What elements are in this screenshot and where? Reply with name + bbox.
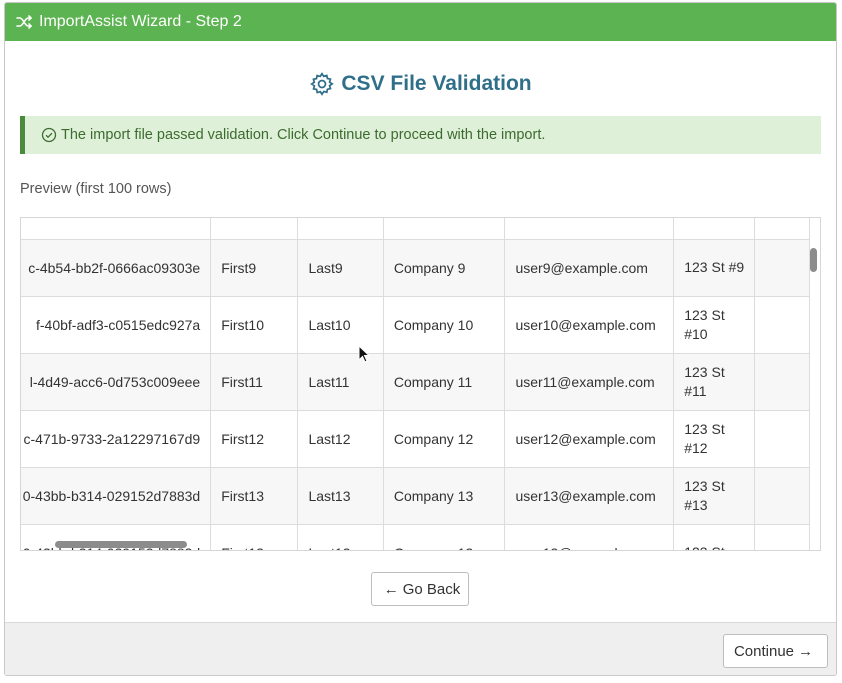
cell-address: 123 St #9	[673, 239, 756, 297]
cell-last-name: Last13	[297, 467, 384, 525]
column-header	[383, 218, 506, 240]
cell-id: c-471b-9733-2a12297167d9	[21, 410, 212, 468]
cell-company: Company 13	[383, 467, 506, 525]
table-row: f-40bf-adf3-c0515edc927a First10 Last10 …	[21, 296, 810, 354]
cell-address: 123 St	[673, 524, 756, 550]
cell-email: user10@example.com	[504, 296, 675, 354]
cell-first-name: First11	[210, 353, 299, 411]
cell-last-name: Last10	[297, 296, 384, 354]
column-header	[297, 218, 384, 240]
table-row: l-4d49-acc6-0d753c009eee First11 Last11 …	[21, 353, 810, 411]
cell-extra	[754, 296, 810, 354]
cell-address: 123 St #10	[673, 296, 756, 354]
gear-icon	[309, 71, 335, 97]
column-header	[754, 218, 810, 240]
cell-first-name: First10	[210, 296, 299, 354]
go-back-label: Go Back	[402, 580, 461, 598]
alert-message: The import file passed validation. Click…	[61, 127, 546, 143]
cell-extra	[754, 239, 810, 297]
preview-table: c-4b54-bb2f-0666ac09303e First9 Last9 Co…	[21, 218, 810, 550]
mouse-cursor-icon	[358, 345, 370, 363]
cell-company: Company 13	[383, 524, 506, 550]
arrow-right-icon: →	[798, 642, 814, 660]
cell-id: c-4b54-bb2f-0666ac09303e	[21, 239, 212, 297]
cell-first-name: First13	[210, 467, 299, 525]
wizard-window: ImportAssist Wizard - Step 2 CSV File Va…	[4, 2, 837, 676]
cell-email: user11@example.com	[504, 353, 675, 411]
table-row: c-4b54-bb2f-0666ac09303e First9 Last9 Co…	[21, 239, 810, 297]
cell-last-name: Last11	[297, 353, 384, 411]
cell-email: user9@example.com	[504, 239, 675, 297]
cell-first-name: First9	[210, 239, 299, 297]
cell-last-name: Last13	[297, 524, 384, 550]
horizontal-scrollbar[interactable]	[55, 541, 187, 548]
preview-table-container[interactable]: c-4b54-bb2f-0666ac09303e First9 Last9 Co…	[20, 217, 821, 551]
cell-email: user13@example.com	[504, 467, 675, 525]
cell-extra	[754, 353, 810, 411]
cell-first-name: First12	[210, 410, 299, 468]
cell-email: user12@example.com	[504, 410, 675, 468]
page-heading: CSV File Validation	[5, 71, 836, 97]
wizard-footer: Continue →	[5, 622, 836, 675]
vertical-scrollbar[interactable]	[810, 248, 817, 272]
cell-company: Company 9	[383, 239, 506, 297]
page-title: CSV File Validation	[341, 72, 532, 95]
title-bar: ImportAssist Wizard - Step 2	[5, 3, 836, 41]
cell-extra	[754, 524, 810, 550]
cell-extra	[754, 467, 810, 525]
cell-first-name: First13	[210, 524, 299, 550]
go-back-button[interactable]: ← Go Back	[371, 572, 469, 606]
cell-address: 123 St #13	[673, 467, 756, 525]
cell-id: f-40bf-adf3-c0515edc927a	[21, 296, 212, 354]
continue-button[interactable]: Continue →	[723, 634, 828, 668]
cell-company: Company 10	[383, 296, 506, 354]
validation-alert: The import file passed validation. Click…	[20, 116, 821, 154]
cell-email: user13@example.com	[504, 524, 675, 550]
cell-id: l-4d49-acc6-0d753c009eee	[21, 353, 212, 411]
cell-address: 123 St #11	[673, 353, 756, 411]
cell-company: Company 11	[383, 353, 506, 411]
cell-last-name: Last9	[297, 239, 384, 297]
column-header	[210, 218, 299, 240]
continue-label: Continue	[733, 642, 795, 660]
column-header	[21, 218, 212, 240]
cell-id: 0-43bb-b314-029152d7883d	[21, 467, 212, 525]
preview-label: Preview (first 100 rows)	[20, 181, 172, 197]
table-row: 0-43bb-b314-029152d7883d First13 Last13 …	[21, 467, 810, 525]
cell-address: 123 St #12	[673, 410, 756, 468]
window-title: ImportAssist Wizard - Step 2	[39, 13, 242, 30]
table-row: c-471b-9733-2a12297167d9 First12 Last12 …	[21, 410, 810, 468]
shuffle-icon	[15, 13, 33, 31]
cell-last-name: Last12	[297, 410, 384, 468]
arrow-left-icon: ←	[383, 580, 399, 598]
column-header	[673, 218, 756, 240]
cell-company: Company 12	[383, 410, 506, 468]
check-circle-icon	[41, 127, 57, 143]
column-header	[504, 218, 675, 240]
cell-extra	[754, 410, 810, 468]
